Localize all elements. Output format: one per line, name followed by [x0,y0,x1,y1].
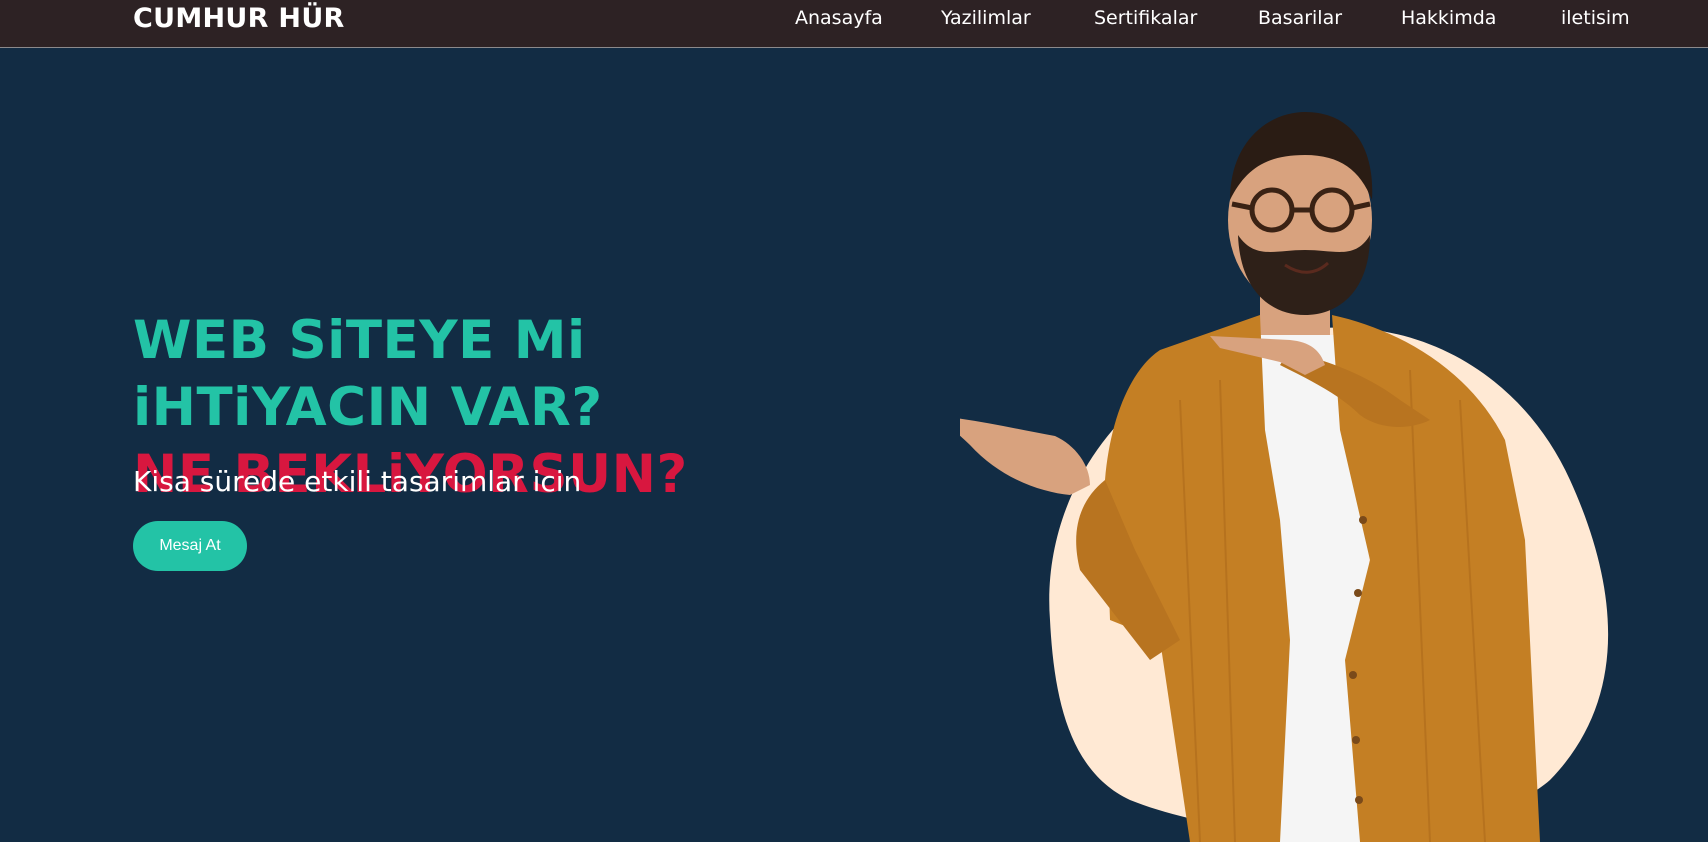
main-nav: Anasayfa Yazilimlar Sertifikalar Basaril… [0,0,1708,38]
hero-headline-line-2: iHTiYACIN VAR? [133,377,603,438]
nav-link-sertifikalar[interactable]: Sertifikalar [1094,6,1197,30]
nav-link-hakkimda[interactable]: Hakkimda [1401,6,1496,30]
nav-link-iletisim[interactable]: iletisim [1561,6,1630,30]
hero-headline-line-1: WEB SiTEYE Mi [133,310,586,371]
nav-link-yazilimlar[interactable]: Yazilimlar [941,6,1031,30]
nav-link-basarilar[interactable]: Basarilar [1258,6,1342,30]
top-navbar: CUMHUR HÜR Anasayfa Yazilimlar Sertifika… [0,0,1708,48]
send-message-button[interactable]: Mesaj At [133,521,247,571]
hero-person-illustration [960,112,1609,842]
hero-subtitle: Kisa sürede etkili tasarimlar icin [133,465,582,498]
person-open-hand [960,418,1090,495]
nav-link-anasayfa[interactable]: Anasayfa [795,6,883,30]
